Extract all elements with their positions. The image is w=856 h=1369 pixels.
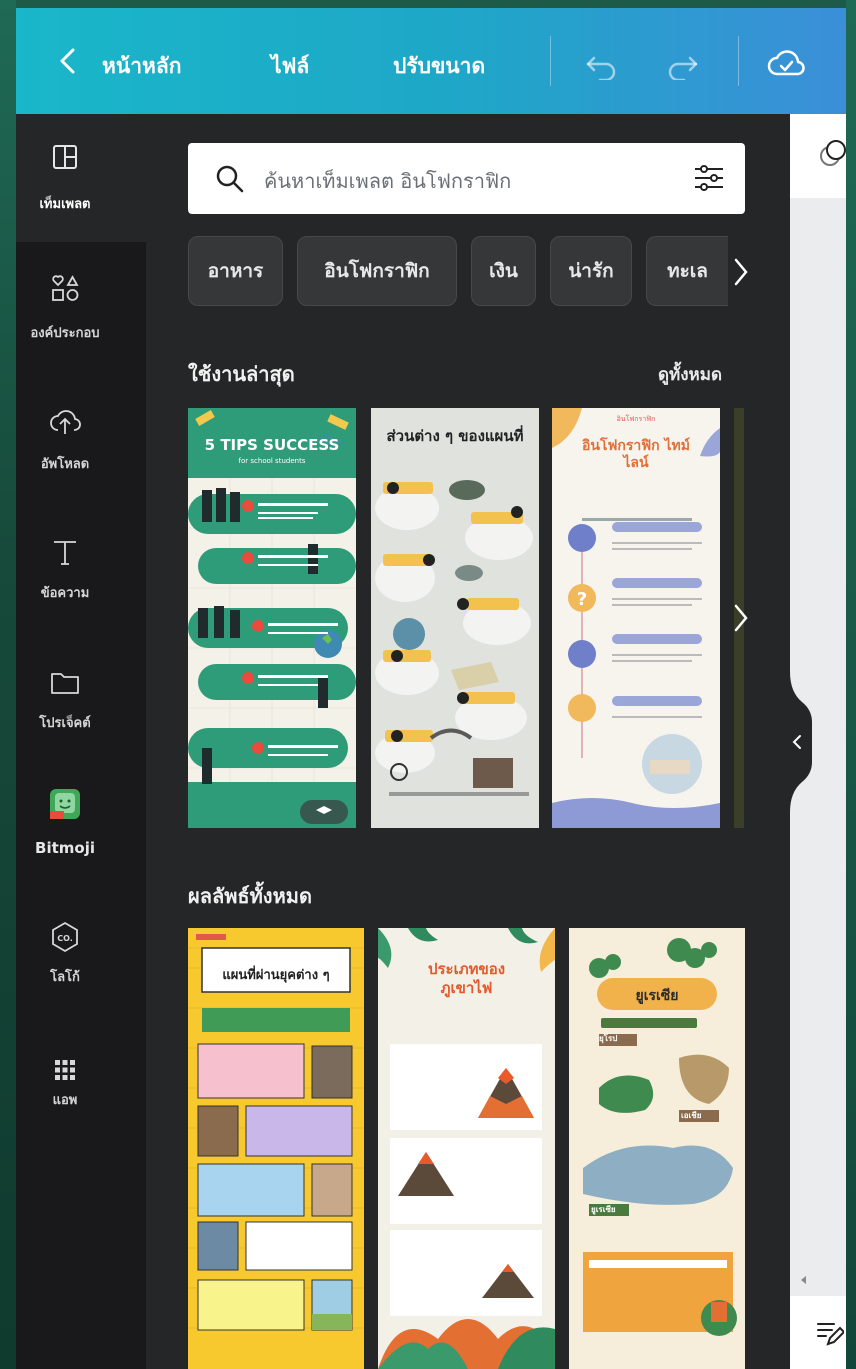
file-menu-button[interactable]: ไฟล์ xyxy=(271,50,309,83)
collapse-panel-handle[interactable] xyxy=(782,672,812,812)
chevron-right-icon[interactable] xyxy=(730,256,752,288)
recent-section-title: ใช้งานล่าสุด xyxy=(188,362,295,386)
filter-chip[interactable]: อาหาร xyxy=(188,236,283,306)
sidebar-item-projects[interactable]: โปรเจ็คต์ xyxy=(0,666,130,786)
template-icon xyxy=(53,145,77,169)
filter-chip[interactable]: อินโฟกราฟิก xyxy=(297,236,457,306)
template-preview-image xyxy=(371,408,539,828)
template-thumbnail[interactable]: ยูเรเซีย ยุโรป เอเชีย ยูเรเซีย xyxy=(569,928,745,1369)
results-section-title: ผลลัพธ์ทั้งหมด xyxy=(188,884,312,908)
resize-button[interactable]: ปรับขนาด xyxy=(393,50,485,83)
chevron-left-icon[interactable] xyxy=(54,46,82,76)
template-title: ยูเรเซีย xyxy=(635,988,679,1004)
logo-icon: CO. xyxy=(52,921,78,953)
filter-chip[interactable]: น่ารัก xyxy=(550,236,632,306)
filter-chip[interactable]: เงิน xyxy=(471,236,536,306)
template-subtitle: for school students xyxy=(238,457,306,465)
bitmoji-icon xyxy=(50,789,80,819)
desktop-background-right xyxy=(846,0,856,1369)
template-thumbnail[interactable]: ประเภทของภูเขาไฟ xyxy=(378,928,555,1369)
redo-icon[interactable] xyxy=(662,50,702,80)
folder-icon xyxy=(51,673,79,694)
sidebar-item-label: โลโก้ xyxy=(50,970,80,985)
map-label: ยูเรเซีย xyxy=(591,1205,616,1214)
sidebar-item-label: องค์ประกอบ xyxy=(30,326,100,341)
sidebar-item-label: เท็มเพลต xyxy=(39,197,91,212)
search-icon xyxy=(216,165,244,193)
template-thumbnail[interactable]: แผนที่ผ่านยุคต่าง ๆ xyxy=(188,928,364,1369)
template-thumbnail[interactable]: 5 TIPS SUCCESS for school students xyxy=(188,408,356,828)
canvas-bottom-bar xyxy=(790,1296,846,1369)
sidebar-item-apps[interactable]: แอพ xyxy=(0,1053,130,1173)
elements-icon xyxy=(52,275,79,301)
sidebar-item-elements[interactable]: องค์ประกอบ xyxy=(0,272,130,392)
upload-icon xyxy=(50,410,81,434)
scroll-left-icon[interactable] xyxy=(796,1272,812,1288)
top-toolbar: หน้าหลัก ไฟล์ ปรับขนาด xyxy=(16,8,846,114)
template-thumbnail[interactable]: ส่วนต่าง ๆ ของแผนที่ xyxy=(371,408,539,828)
map-label: เอเชีย xyxy=(681,1111,702,1120)
template-thumbnail[interactable]: ? อินโฟกราฟิก อินโฟกราฟิก ไทม์ไลน์ xyxy=(552,408,720,828)
filter-icon[interactable] xyxy=(692,163,726,193)
sidebar-item-logos[interactable]: CO. โลโก้ xyxy=(0,920,130,1040)
color-palette-icon[interactable] xyxy=(816,140,846,170)
sidebar-item-templates[interactable]: เท็มเพลต xyxy=(0,140,130,260)
template-title: ส่วนต่าง ๆ ของแผนที่ xyxy=(386,427,524,445)
see-all-link[interactable]: ดูทั้งหมด xyxy=(658,361,722,388)
canvas-toolbar xyxy=(790,114,846,198)
template-title: แผนที่ผ่านยุคต่าง ๆ xyxy=(222,968,330,983)
svg-text:CO.: CO. xyxy=(57,934,73,943)
undo-icon[interactable] xyxy=(582,50,622,80)
notes-icon[interactable] xyxy=(814,1318,844,1348)
filter-chip[interactable]: ทะเล xyxy=(646,236,728,306)
text-icon xyxy=(54,541,76,565)
sidebar-item-label: ข้อความ xyxy=(40,586,90,601)
chevron-right-icon[interactable] xyxy=(730,602,752,634)
sidebar-item-bitmoji[interactable]: Bitmoji xyxy=(0,787,130,907)
toolbar-divider xyxy=(738,36,739,86)
toolbar-divider xyxy=(550,36,551,86)
sidebar-item-label: Bitmoji xyxy=(35,839,95,857)
sidebar-item-label: อัพโหลด xyxy=(40,457,90,472)
sidebar-item-label: โปรเจ็คต์ xyxy=(39,716,91,731)
home-button[interactable]: หน้าหลัก xyxy=(102,50,181,83)
sidebar-item-uploads[interactable]: อัพโหลด xyxy=(0,404,130,524)
sidebar-item-label: แอพ xyxy=(52,1093,78,1108)
search-input[interactable]: ค้นหาเท็มเพลต อินโฟกราฟิก xyxy=(264,165,511,197)
cloud-saved-icon[interactable] xyxy=(766,48,806,82)
apps-icon xyxy=(55,1060,75,1080)
map-label: ยุโรป xyxy=(599,1034,618,1043)
template-preview-image xyxy=(188,928,364,1369)
template-title: ประเภทของภูเขาไฟ xyxy=(427,960,506,997)
template-preview-image xyxy=(188,408,356,828)
template-small-title: อินโฟกราฟิก xyxy=(616,415,656,423)
svg-text:?: ? xyxy=(577,589,587,610)
sidebar-item-text[interactable]: ข้อความ xyxy=(0,535,130,655)
search-bar[interactable]: ค้นหาเท็มเพลต อินโฟกราฟิก xyxy=(188,143,745,214)
template-title: 5 TIPS SUCCESS xyxy=(204,436,340,454)
template-title: อินโฟกราฟิก ไทม์ไลน์ xyxy=(581,438,691,471)
